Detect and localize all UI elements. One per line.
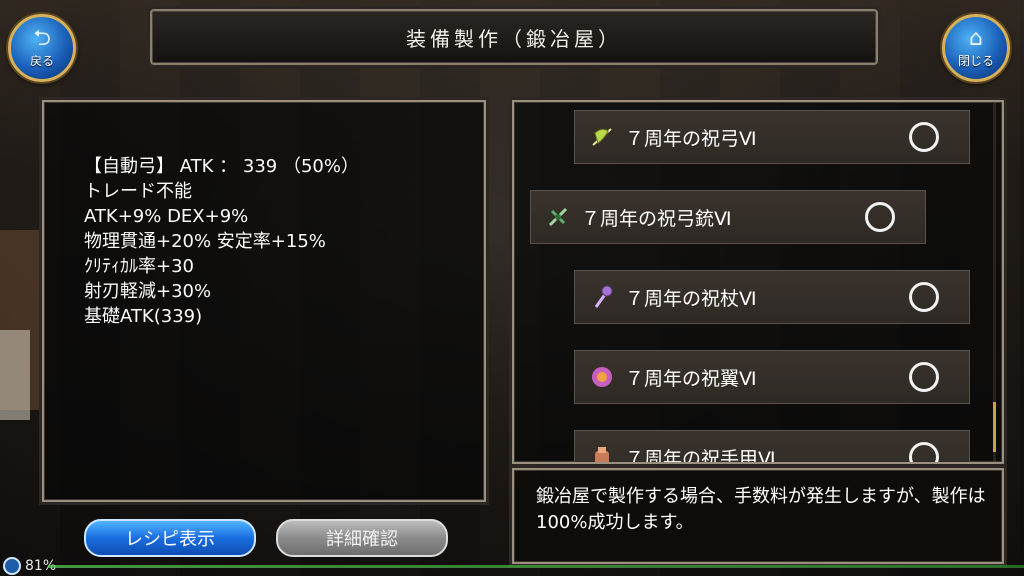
detail-check-label: 詳細確認 xyxy=(326,529,398,550)
info-message: 鍛冶屋で製作する場合、手数料が発生しますが、製作は100%成功します。 xyxy=(536,486,986,533)
crossbow-icon xyxy=(545,204,571,230)
item-stats-panel: 【自動弓】 ATK ： 339 （50%） トレード不能 ATK+9% DEX+… xyxy=(42,100,486,502)
bow-icon xyxy=(589,124,615,150)
recipe-select-radio[interactable] xyxy=(865,202,895,232)
staff-icon xyxy=(589,284,615,310)
show-recipe-label: レシピ表示 xyxy=(125,529,215,550)
stat-line: 射刃軽減+30% xyxy=(84,281,212,302)
recipe-select-radio[interactable] xyxy=(909,442,939,462)
back-arrow-icon: ⮌ xyxy=(33,25,51,51)
page-title: 装備製作（鍛冶屋） xyxy=(406,26,622,51)
home-icon: ⌂ xyxy=(969,25,983,51)
recipe-list-panel[interactable]: ７周年の祝弓Ⅵ ７周年の祝弓銃Ⅵ ７周年の祝杖Ⅵ ７周年の祝翼Ⅵ ７周年の祝手甲… xyxy=(512,100,1004,464)
stat-line: 基礎ATK(339) xyxy=(84,306,203,327)
gauntlet-icon xyxy=(589,444,615,462)
recipe-item[interactable]: ７周年の祝手甲Ⅵ xyxy=(574,430,970,464)
close-button[interactable]: ⌂ 閉じる xyxy=(942,14,1010,82)
recipe-name: ７周年の祝翼Ⅵ xyxy=(625,367,757,390)
status-progress-line xyxy=(48,565,1024,568)
recipe-item[interactable]: ７周年の祝弓Ⅵ xyxy=(574,110,970,164)
back-button-label: 戻る xyxy=(29,53,54,68)
wing-icon xyxy=(589,364,615,390)
recipe-item[interactable]: ７周年の祝杖Ⅵ xyxy=(574,270,970,324)
battery-icon xyxy=(3,557,21,575)
recipe-item[interactable]: ７周年の祝弓銃Ⅵ xyxy=(530,190,926,244)
recipe-name: ７周年の祝弓銃Ⅵ xyxy=(581,207,732,230)
stat-line: トレード不能 xyxy=(84,181,192,202)
background-sign xyxy=(0,330,30,420)
recipe-name: ７周年の祝弓Ⅵ xyxy=(625,127,757,150)
recipe-select-radio[interactable] xyxy=(909,122,939,152)
stat-line: 物理貫通+20% 安定率+15% xyxy=(84,231,326,252)
recipe-name: ７周年の祝手甲Ⅵ xyxy=(625,447,776,464)
recipe-name: ７周年の祝杖Ⅵ xyxy=(625,287,757,310)
recipe-select-radio[interactable] xyxy=(909,362,939,392)
close-button-label: 閉じる xyxy=(957,53,994,68)
stat-line: 【自動弓】 ATK ： 339 （50%） xyxy=(84,156,359,177)
scrollbar-thumb[interactable] xyxy=(993,402,996,452)
back-button[interactable]: ⮌ 戻る xyxy=(8,14,76,82)
stat-line: ｸﾘﾃｨｶﾙ率+30 xyxy=(84,256,194,277)
detail-check-button[interactable]: 詳細確認 xyxy=(276,519,448,557)
stat-line: ATK+9% DEX+9% xyxy=(84,206,249,227)
show-recipe-button[interactable]: レシピ表示 xyxy=(84,519,256,557)
item-stats-list: 【自動弓】 ATK ： 339 （50%） トレード不能 ATK+9% DEX+… xyxy=(84,154,359,329)
title-bar: 装備製作（鍛冶屋） xyxy=(150,9,878,65)
info-message-panel: 鍛冶屋で製作する場合、手数料が発生しますが、製作は100%成功します。 xyxy=(512,468,1004,564)
recipe-select-radio[interactable] xyxy=(909,282,939,312)
recipe-item[interactable]: ７周年の祝翼Ⅵ xyxy=(574,350,970,404)
